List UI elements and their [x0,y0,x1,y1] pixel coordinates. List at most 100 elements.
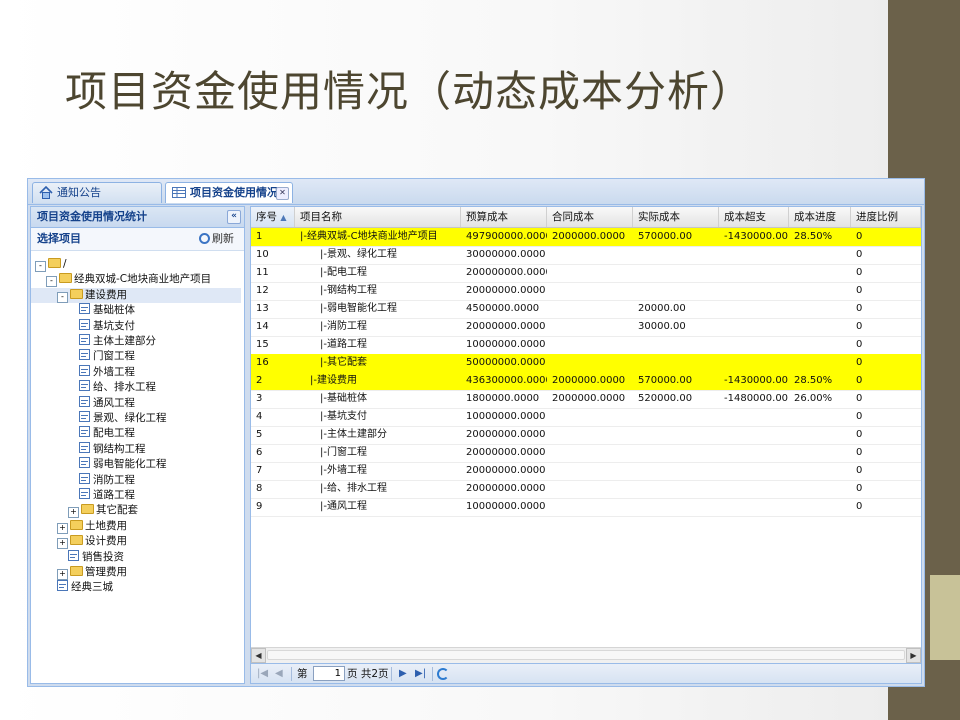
cell-budget: 10000000.0000 [466,501,546,512]
tab-bar: 通知公告 项目资金使用情况 ✕ [28,179,924,205]
column-header-overrun[interactable]: 成本超支 [719,207,789,227]
tree-leaf-node[interactable]: 消防工程 [79,472,135,488]
table-row[interactable]: 7 |-外墙工程 20000000.0000 0 [251,462,921,481]
table-row[interactable]: 15 |-道路工程 10000000.0000 0 [251,336,921,355]
column-header-label: 进度比例 [856,211,898,223]
folder-icon [70,288,83,299]
tree-leaf-node[interactable]: 景观、绿化工程 [79,411,167,426]
cell-name: |-外墙工程 [320,465,367,476]
next-page-icon[interactable]: ▶ [399,664,407,683]
table-row[interactable]: 14 |-消防工程 20000000.0000 30000.00 0 [251,318,921,337]
scroll-left-icon[interactable]: ◀ [251,648,266,663]
column-header-actual[interactable]: 实际成本 [633,207,719,227]
document-icon [79,334,90,345]
column-header-progress[interactable]: 成本进度 [789,207,851,227]
paging-toolbar: |◀ ◀ 第 页 共2页 ▶ ▶| [251,663,921,683]
collapse-node-icon[interactable]: - [35,261,46,272]
tree-leaf-node[interactable]: 钢结构工程 [79,441,146,457]
tree-leaf-node[interactable]: 基础桩体 [79,303,135,318]
cell-no: 1 [256,231,263,242]
cell-progress [789,498,851,516]
tree-folder-node[interactable]: + 土地费用 [57,519,127,534]
close-icon[interactable]: ✕ [276,187,289,200]
reload-icon[interactable] [437,668,449,680]
tree-leaf-node[interactable]: 经典三城 [57,580,113,595]
tree-folder-node[interactable]: + 其它配套 [68,503,138,519]
horizontal-scrollbar[interactable]: ◀ ▶ [251,647,921,663]
cell-no: 11 [256,267,269,278]
tree-leaf-node[interactable]: 通风工程 [79,395,135,411]
prev-page-icon[interactable]: ◀ [275,664,283,683]
tree-node-label: 通风工程 [93,396,135,409]
tree-leaf-node[interactable]: 弱电智能化工程 [79,457,167,472]
scroll-thumb[interactable] [267,650,905,660]
tree-node-label: 景观、绿化工程 [93,412,167,424]
cell-contract [547,354,633,372]
tab-fund-usage[interactable]: 项目资金使用情况 ✕ [165,182,293,203]
column-header-budget[interactable]: 预算成本 [461,207,547,227]
tree-folder-node[interactable]: - 建设费用 [31,287,241,303]
table-row[interactable]: 11 |-配电工程 200000000.0000 0 [251,264,921,283]
collapse-node-icon[interactable]: - [57,291,68,303]
cell-contract: 2000000.0000 [552,393,626,404]
table-row[interactable]: 10 |-景观、绿化工程 30000000.0000 0 [251,246,921,265]
table-row[interactable]: 16 |-其它配套 50000000.0000 0 [251,354,921,373]
cell-ratio: 0 [856,375,863,386]
last-page-icon[interactable]: ▶| [415,664,426,683]
cell-no: 14 [256,321,269,332]
tree-folder-node[interactable]: - 经典双城-C地块商业地产项目 [46,272,211,288]
expand-node-icon[interactable]: + [57,569,68,580]
collapse-node-icon[interactable]: - [46,276,57,288]
cell-actual [633,354,719,372]
column-header-name[interactable]: 项目名称 [295,207,461,227]
collapse-left-icon[interactable]: « [227,210,241,224]
table-row[interactable]: 8 |-给、排水工程 20000000.0000 0 [251,480,921,499]
table-row[interactable]: 13 |-弱电智能化工程 4500000.0000 20000.00 0 [251,300,921,319]
tree-leaf-node[interactable]: 销售投资 [68,549,124,565]
tree-leaf-node[interactable]: 基坑支付 [79,318,135,334]
refresh-button[interactable]: 刷新 [199,228,234,250]
table-row[interactable]: 3 |-基础桩体 1800000.0000 2000000.0000 520000.00… [251,390,921,409]
tree-leaf-node[interactable]: 给、排水工程 [79,380,156,395]
tree-leaf-node[interactable]: 道路工程 [79,488,135,503]
page-number-input[interactable] [313,666,345,681]
table-row[interactable]: 1 |-经典双城-C地块商业地产项目 497900000.0000 2000000.0… [251,228,921,247]
refresh-label: 刷新 [212,232,234,245]
expand-node-icon[interactable]: + [57,538,68,550]
column-header-no[interactable]: 序号 ▲ [251,207,295,227]
scroll-right-icon[interactable]: ▶ [906,648,921,663]
cost-grid: 序号 ▲ 项目名称 预算成本 合同成本 实际成本 成本超支 成本进度 进度比例 1 |-经典双城… [250,206,922,684]
cell-no: 10 [256,249,269,260]
expand-node-icon[interactable]: + [57,522,68,534]
tree-leaf-node[interactable]: 门窗工程 [79,349,135,364]
tab-notice[interactable]: 通知公告 [32,182,162,203]
first-page-icon[interactable]: |◀ [257,664,268,683]
column-header-ratio[interactable]: 进度比例 [851,207,921,227]
table-row[interactable]: 4 |-基坑支付 10000000.0000 0 [251,408,921,427]
cell-contract [547,282,633,300]
document-icon [68,549,79,561]
tree-folder-node[interactable]: + 管理费用 [57,565,127,580]
tree-leaf-node[interactable]: 主体土建部分 [79,334,156,349]
cell-no: 5 [256,429,263,440]
table-row[interactable]: 12 |-钢结构工程 20000000.0000 0 [251,282,921,301]
table-row[interactable]: 6 |-门窗工程 20000000.0000 0 [251,444,921,463]
cell-ratio: 0 [856,447,863,458]
tree-leaf-node[interactable]: 外墙工程 [79,364,135,380]
tree-folder-node[interactable]: + 设计费用 [57,534,127,550]
cell-name: |-建设费用 [310,375,357,386]
table-row[interactable]: 5 |-主体土建部分 20000000.0000 0 [251,426,921,445]
expand-node-icon[interactable]: + [68,507,79,519]
tree-leaf-node[interactable]: 配电工程 [79,426,135,441]
cell-name: |-通风工程 [320,501,367,512]
table-row[interactable]: 9 |-通风工程 10000000.0000 0 [251,498,921,517]
cell-name: |-基础桩体 [320,393,367,404]
tree-folder-node[interactable]: - / [35,257,67,272]
column-header-contract[interactable]: 合同成本 [547,207,633,227]
cell-overrun: -1430000.00 [724,375,789,386]
cell-actual [633,336,719,354]
table-row[interactable]: 2 |-建设费用 436300000.0000 2000000.0000 570000.… [251,372,921,391]
cell-progress [789,408,851,426]
cell-overrun [719,408,789,426]
tree-node-label: / [63,258,67,270]
